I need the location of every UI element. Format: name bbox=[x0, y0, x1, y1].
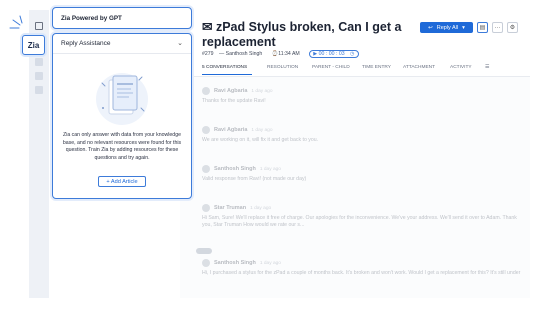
conversation-item: Santhosh Singh 1 day ago Valid response f… bbox=[202, 165, 307, 182]
rail-item[interactable] bbox=[35, 58, 43, 66]
rail-item[interactable] bbox=[35, 86, 43, 94]
tab-parent-child[interactable]: PARENT - CHILD bbox=[312, 65, 350, 70]
conversation-item: Star Truman 1 day ago Hi Sam, Sure! We'll… bbox=[202, 204, 517, 228]
no-resources-message: Zia can only answer with data from your … bbox=[62, 132, 182, 161]
ticket-meta: #279 — Santhosh Singh ⌚11:34 AM ▶ 00 : 0… bbox=[202, 50, 363, 58]
avatar bbox=[202, 259, 210, 267]
add-article-button[interactable]: + Add Article bbox=[98, 176, 146, 187]
panel-title: Reply Assistance bbox=[61, 40, 111, 47]
reply-all-button[interactable]: ↩ Reply All ▾ bbox=[420, 22, 473, 33]
mail-icon: ✉ bbox=[202, 20, 216, 34]
tab-attachment[interactable]: ATTACHMENT bbox=[403, 65, 435, 70]
add-article-label: + Add Article bbox=[106, 178, 138, 185]
reply-assistance-panel: Reply Assistance ⌄ Zia can only answer w… bbox=[52, 33, 192, 199]
tab-conversations[interactable]: 5 CONVERSATIONS bbox=[202, 65, 247, 70]
avatar bbox=[202, 126, 210, 134]
reply-all-label: Reply All bbox=[436, 24, 459, 31]
ticket-title-text: zPad Stylus broken, Can I get a replacem… bbox=[202, 20, 402, 49]
avatar bbox=[202, 87, 210, 95]
divider bbox=[180, 76, 530, 77]
ticket-view: ✉ zPad Stylus broken, Can I get a replac… bbox=[180, 10, 530, 298]
book-icon[interactable]: ▤ bbox=[477, 22, 488, 33]
ticket-icon[interactable] bbox=[35, 22, 43, 30]
sparkle-icon bbox=[9, 15, 23, 29]
tab-activity[interactable]: ACTIVITY bbox=[450, 65, 472, 70]
ticket-time: ⌚11:34 AM bbox=[271, 51, 300, 57]
avatar bbox=[202, 204, 210, 212]
filter-icon[interactable]: ☰ bbox=[485, 65, 489, 70]
rail-item[interactable] bbox=[35, 72, 43, 80]
date-pill bbox=[196, 248, 212, 254]
panel-header[interactable]: Reply Assistance ⌄ bbox=[53, 34, 191, 54]
chevron-down-icon[interactable]: ▾ bbox=[462, 25, 465, 31]
reply-icon: ↩ bbox=[428, 24, 433, 31]
conversation-item: Ravi Agbaria 1 day ago Thanks for the upd… bbox=[202, 87, 273, 104]
active-tab-indicator bbox=[202, 74, 252, 75]
tab-resolution[interactable]: RESOLUTION bbox=[267, 65, 298, 70]
ticket-header: ✉ zPad Stylus broken, Can I get a replac… bbox=[180, 10, 530, 76]
agent: — Santhosh Singh bbox=[219, 51, 263, 57]
document-illustration-icon bbox=[96, 73, 148, 125]
zia-badge[interactable]: Zia bbox=[22, 35, 45, 55]
more-button[interactable]: ··· bbox=[492, 22, 503, 33]
settings-icon[interactable]: ⚙ bbox=[507, 22, 518, 33]
zia-header-card: Zia Powered by GPT bbox=[52, 7, 192, 29]
tab-time-entry[interactable]: TIME ENTRY bbox=[362, 65, 391, 70]
zia-badge-label: Zia bbox=[27, 40, 40, 50]
avatar bbox=[202, 165, 210, 173]
ticket-id: #279 bbox=[202, 51, 214, 57]
conversation-item: Santhosh Singh 1 day ago Hi, I purchased … bbox=[202, 259, 521, 276]
chevron-down-icon[interactable]: ⌄ bbox=[177, 39, 183, 47]
ticket-title: ✉ zPad Stylus broken, Can I get a replac… bbox=[202, 20, 422, 50]
ticket-timer[interactable]: ▶ 00 : 00 : 03 ◷ bbox=[309, 50, 359, 58]
zia-powered-title: Zia Powered by GPT bbox=[61, 14, 122, 22]
conversation-item: Ravi Agbaria 1 day ago We are working on … bbox=[202, 126, 319, 143]
